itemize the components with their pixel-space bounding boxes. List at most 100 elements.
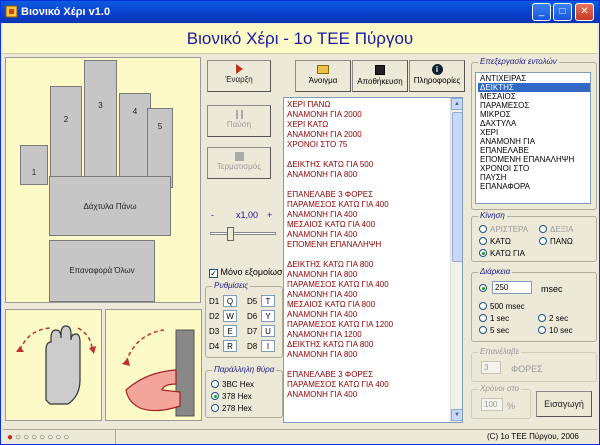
program-line[interactable]: ΑΝΑΜΟΝΗ ΓΙΑ 800 xyxy=(284,350,462,360)
program-line[interactable]: ΑΝΑΜΟΝΗ ΓΙΑ 400 xyxy=(284,310,462,320)
play-icon xyxy=(235,64,243,74)
program-line[interactable]: ΧΡΟΝΟΙ ΣΤΟ 75 xyxy=(284,140,462,150)
motion-left-radio[interactable]: ΑΡΙΣΤΕΡΑ xyxy=(479,225,528,234)
program-line[interactable]: ΑΝΑΜΟΝΗ ΓΙΑ 400 xyxy=(284,290,462,300)
start-button[interactable]: Έναρξη xyxy=(207,60,271,92)
command-item[interactable]: ΧΕΡΙ xyxy=(478,128,590,137)
speed-slider-thumb[interactable] xyxy=(227,227,234,241)
program-line[interactable]: ΕΠΟΜΕΝΗ ΕΠΑΝΑΛΗΨΗ xyxy=(284,240,462,250)
program-line[interactable]: ΕΠΑΝΕΛΑΒΕ 3 ΦΟΡΕΣ xyxy=(284,370,462,380)
command-item[interactable]: ΧΡΟΝΟΙ ΣΤΟ xyxy=(478,164,590,173)
duration-5s-radio[interactable]: 5 sec xyxy=(479,326,509,335)
command-item[interactable]: ΠΑΥΣΗ xyxy=(478,173,590,182)
motion-up-radio[interactable]: ΠΑΝΩ xyxy=(539,237,573,246)
program-line[interactable]: ΑΝΑΜΟΝΗ ΓΙΑ 400 xyxy=(284,230,462,240)
speed-value: x1,00 xyxy=(236,210,259,220)
palm-button[interactable]: Δάχτυλα Πάνω xyxy=(49,176,171,236)
duration-1s-radio[interactable]: 1 sec xyxy=(479,314,509,323)
command-item[interactable]: ΕΠΑΝΕΛΑΒΕ xyxy=(478,146,590,155)
command-item[interactable]: ΠΑΡΑΜΕΣΟΣ xyxy=(478,101,590,110)
command-item[interactable]: ΕΠΟΜΕΝΗ ΕΠΑΝΑΛΗΨΗ xyxy=(478,155,590,164)
title-bar: Βιονικό Χέρι v1.0 xyxy=(1,1,599,23)
finger-2[interactable]: 2 xyxy=(50,86,82,186)
speed-slider-track[interactable] xyxy=(210,232,276,235)
program-line[interactable]: ΑΝΑΜΟΝΗ ΓΙΑ 400 xyxy=(284,210,462,220)
window-title: Βιονικό Χέρι v1.0 xyxy=(21,6,111,18)
program-line[interactable]: ΧΕΡΙ ΠΑΝΩ xyxy=(284,100,462,110)
key-label: D8 xyxy=(247,342,258,351)
checkbox-checked-icon: ✓ xyxy=(209,269,218,278)
program-line[interactable]: ΧΕΡΙ ΚΑΤΩ xyxy=(284,120,462,130)
motion-down-for-radio[interactable]: ΚΑΤΩ ΓΙΑ xyxy=(479,249,525,258)
program-line[interactable]: ΑΝΑΜΟΝΗ ΓΙΑ 400 xyxy=(284,390,462,400)
scroll-up-button[interactable]: ▲ xyxy=(451,98,462,110)
duration-500ms-radio[interactable]: 500 msec xyxy=(479,302,525,311)
duration-2s-radio[interactable]: 2 sec xyxy=(538,314,568,323)
program-line[interactable]: ΠΑΡΑΜΕΣΟΣ ΚΑΤΩ ΓΙΑ 400 xyxy=(284,380,462,390)
command-item[interactable]: ΜΕΣΑΙΟΣ xyxy=(478,92,590,101)
key-input[interactable]: Q xyxy=(223,295,237,307)
program-line[interactable]: ΜΕΣΑΙΟΣ ΚΑΤΩ ΓΙΑ 400 xyxy=(284,220,462,230)
command-item[interactable]: ΕΠΑΝΑΦΟΡΑ xyxy=(478,182,590,191)
program-line[interactable]: ΔΕΙΚΤΗΣ ΚΑΤΩ ΓΙΑ 800 xyxy=(284,260,462,270)
times-input[interactable] xyxy=(481,398,503,411)
key-input[interactable]: U xyxy=(261,325,275,337)
command-item[interactable]: ΔΕΙΚΤΗΣ xyxy=(478,83,590,92)
command-item[interactable]: ΔΑΧΤΥΛΑ xyxy=(478,119,590,128)
key-input[interactable]: I xyxy=(261,340,275,352)
duration-10s-radio[interactable]: 10 sec xyxy=(538,326,573,335)
open-button[interactable]: Άνοιγμα xyxy=(295,60,351,92)
finger-1[interactable]: 1 xyxy=(20,145,48,185)
insert-button[interactable]: Εισαγωγή xyxy=(536,391,592,417)
program-scrollbar[interactable]: ▲ ▼ xyxy=(450,98,462,422)
program-line[interactable]: ΕΠΑΝΕΛΑΒΕ 3 ΦΟΡΕΣ xyxy=(284,190,462,200)
program-line[interactable]: ΔΕΙΚΤΗΣ ΚΑΤΩ ΓΙΑ 500 xyxy=(284,160,462,170)
program-line[interactable] xyxy=(284,360,462,370)
command-item[interactable]: ΜΙΚΡΟΣ xyxy=(478,110,590,119)
key-input[interactable]: W xyxy=(223,310,237,322)
motion-down-radio[interactable]: ΚΑΤΩ xyxy=(479,237,511,246)
program-line[interactable]: ΠΑΡΑΜΕΣΟΣ ΚΑΤΩ ΓΙΑ 400 xyxy=(284,280,462,290)
command-item[interactable]: ΑΝΤΙΧΕΙΡΑΣ xyxy=(478,74,590,83)
port-378-radio[interactable]: 378 Hex xyxy=(211,392,252,401)
program-line[interactable]: ΔΕΙΚΤΗΣ ΚΑΤΩ ΓΙΑ 800 xyxy=(284,340,462,350)
maximize-button[interactable]: □ xyxy=(553,3,572,21)
close-button[interactable]: ✕ xyxy=(575,3,594,21)
program-line[interactable]: ΑΝΑΜΟΝΗ ΓΙΑ 800 xyxy=(284,270,462,280)
program-line[interactable]: ΑΝΑΜΟΝΗ ΓΙΑ 2000 xyxy=(284,110,462,120)
key-input[interactable]: Y xyxy=(261,310,275,322)
key-input[interactable]: T xyxy=(261,295,275,307)
sim-only-checkbox[interactable]: ✓ Μόνο εξομοίωση xyxy=(209,267,288,278)
port-278-radio[interactable]: 278 Hex xyxy=(211,404,252,413)
save-button[interactable]: Αποθήκευση xyxy=(352,60,408,92)
repeat-input[interactable] xyxy=(481,361,501,374)
scroll-down-button[interactable]: ▼ xyxy=(451,409,462,421)
port-3bc-radio[interactable]: 3BC Hex xyxy=(211,380,254,389)
key-input[interactable]: R xyxy=(223,340,237,352)
minimize-button[interactable]: _ xyxy=(532,3,551,21)
program-listbox[interactable]: ΧΕΡΙ ΠΑΝΩ ΑΝΑΜΟΝΗ ΓΙΑ 2000 ΧΕΡΙ ΚΑΤΩ ΑΝΑΜΟΝ… xyxy=(283,97,463,423)
program-line[interactable] xyxy=(284,180,462,190)
reset-all-button[interactable]: Επαναφορά Όλων xyxy=(49,240,155,302)
pause-button[interactable]: Παύση xyxy=(207,105,271,137)
program-line[interactable] xyxy=(284,250,462,260)
program-line[interactable]: ΜΕΣΑΙΟΣ ΚΑΤΩ ΓΙΑ 800 xyxy=(284,300,462,310)
motion-right-radio[interactable]: ΔΕΞΙΑ xyxy=(539,225,573,234)
program-line[interactable]: ΑΝΑΜΟΝΗ ΓΙΑ 1200 xyxy=(284,330,462,340)
program-line[interactable] xyxy=(284,150,462,160)
program-line[interactable]: ΑΝΑΜΟΝΗ ΓΙΑ 800 xyxy=(284,170,462,180)
program-line[interactable]: ΑΝΑΜΟΝΗ ΓΙΑ 2000 xyxy=(284,130,462,140)
duration-input[interactable] xyxy=(492,281,532,294)
hand-panel: 1 2 3 4 5 Δάχτυλα Πάνω Επαναφορά Όλων xyxy=(5,57,201,303)
scroll-thumb[interactable] xyxy=(452,112,462,262)
command-item[interactable]: ΑΝΑΜΟΝΗ ΓΙΑ xyxy=(478,137,590,146)
key-input[interactable]: E xyxy=(223,325,237,337)
command-list[interactable]: ΑΝΤΙΧΕΙΡΑΣ ΔΕΙΚΤΗΣ ΜΕΣΑΙΟΣ ΠΑΡΑΜΕΣΟΣ ΜΙΚΡΟΣ Δ… xyxy=(475,72,591,204)
program-line[interactable]: ΠΑΡΑΜΕΣΟΣ ΚΑΤΩ ΓΙΑ 1200 xyxy=(284,320,462,330)
status-bulbs-icon: ●○○○○○○○ xyxy=(7,432,72,443)
info-button[interactable]: i Πληροφορίες xyxy=(409,60,465,92)
program-line[interactable]: ΠΑΡΑΜΕΣΟΣ ΚΑΤΩ ΓΙΑ 400 xyxy=(284,200,462,210)
stop-button[interactable]: Τερματισμός xyxy=(207,147,271,179)
duration-custom-radio[interactable] xyxy=(479,284,490,293)
finger-3[interactable]: 3 xyxy=(84,60,117,186)
